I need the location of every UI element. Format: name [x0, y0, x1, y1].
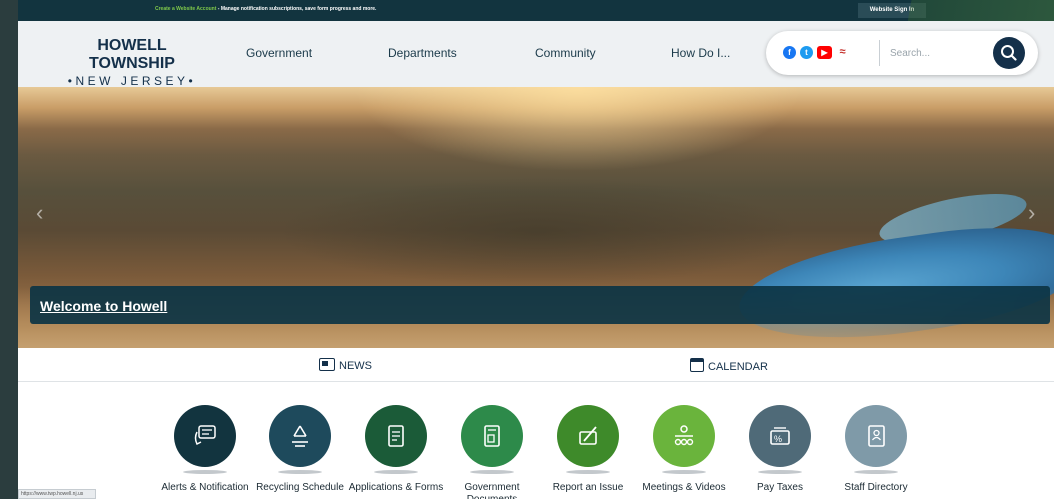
site-logo[interactable]: HOWELL TOWNSHIP •NEW JERSEY•	[54, 37, 210, 88]
quick-link-label: Applications & Forms	[348, 482, 444, 493]
hero-banner: ‹ › Welcome to Howell	[18, 87, 1054, 348]
content-tabs: NEWS CALENDAR	[18, 348, 1054, 382]
document-icon	[365, 405, 427, 467]
quick-link-label: Report an Issue	[552, 482, 624, 493]
quick-link-label: Meetings & Videos	[642, 482, 726, 493]
search-button[interactable]	[993, 37, 1025, 69]
flag-icon[interactable]: ≈	[836, 46, 849, 59]
quick-link-label: Staff Directory	[844, 482, 908, 493]
nav-how-do-i[interactable]: How Do I...	[671, 46, 730, 60]
chevron-left-icon[interactable]: ‹	[36, 200, 43, 226]
directory-icon	[845, 405, 907, 467]
quick-link-forms[interactable]: Applications & Forms	[346, 405, 446, 494]
top-bar: Create a Website Account - Manage notifi…	[18, 0, 1054, 21]
quick-link-label: Recycling Schedule	[256, 482, 344, 493]
logo-title: HOWELL TOWNSHIP	[89, 37, 175, 72]
tab-calendar[interactable]: CALENDAR	[690, 358, 768, 373]
quick-link-report-issue[interactable]: Report an Issue	[538, 405, 638, 494]
recycle-icon	[269, 405, 331, 467]
quick-link-alerts[interactable]: Alerts & Notification	[155, 405, 255, 494]
tab-news-label: NEWS	[339, 360, 372, 372]
logo-subtitle: •NEW JERSEY•	[67, 74, 197, 88]
hero-forest	[278, 177, 798, 287]
meeting-icon	[653, 405, 715, 467]
account-message-text: - Manage notification subscriptions, sav…	[216, 6, 377, 12]
chevron-right-icon[interactable]: ›	[1028, 200, 1035, 226]
header: HOWELL TOWNSHIP •NEW JERSEY• Government …	[18, 21, 1054, 88]
alert-chat-icon	[174, 405, 236, 467]
welcome-link[interactable]: Welcome to Howell	[40, 298, 167, 314]
quick-link-label: Alerts & Notification	[161, 482, 249, 493]
quick-link-label: Pay Taxes	[757, 482, 803, 493]
account-message: Create a Website Account - Manage notifi…	[155, 6, 376, 12]
news-icon	[319, 358, 335, 371]
pay-taxes-icon: %	[749, 405, 811, 467]
youtube-icon[interactable]: ▶	[817, 46, 832, 59]
left-margin	[0, 0, 18, 499]
nav-government[interactable]: Government	[246, 46, 312, 60]
calendar-icon	[690, 358, 704, 372]
search-bar: f t ▶ ≈	[766, 31, 1038, 75]
quick-link-staff-directory[interactable]: Staff Directory	[826, 405, 926, 494]
nav-departments[interactable]: Departments	[388, 46, 457, 60]
browser-status-url: https://www.twp.howell.nj.us	[18, 489, 96, 499]
search-icon	[1001, 45, 1017, 61]
quick-link-pay-taxes[interactable]: % Pay Taxes	[730, 405, 830, 494]
search-divider	[879, 40, 880, 66]
facebook-icon[interactable]: f	[783, 46, 796, 59]
svg-text:%: %	[774, 434, 782, 444]
corner-decoration	[814, 0, 1054, 21]
welcome-caption: Welcome to Howell	[30, 286, 1050, 324]
page: Create a Website Account - Manage notifi…	[18, 0, 1054, 499]
quick-link-label: Government Documents	[464, 482, 520, 499]
nav-community[interactable]: Community	[535, 46, 596, 60]
legal-document-icon	[461, 405, 523, 467]
search-input[interactable]	[890, 44, 990, 62]
tab-calendar-label: CALENDAR	[708, 361, 768, 373]
twitter-icon[interactable]: t	[800, 46, 813, 59]
quick-link-meetings[interactable]: Meetings & Videos	[634, 405, 734, 494]
create-account-link[interactable]: Create a Website Account	[155, 6, 216, 12]
tab-news[interactable]: NEWS	[319, 358, 372, 372]
quick-link-recycling[interactable]: Recycling Schedule	[250, 405, 350, 494]
report-pen-icon	[557, 405, 619, 467]
quick-link-documents[interactable]: Government Documents	[442, 405, 542, 499]
